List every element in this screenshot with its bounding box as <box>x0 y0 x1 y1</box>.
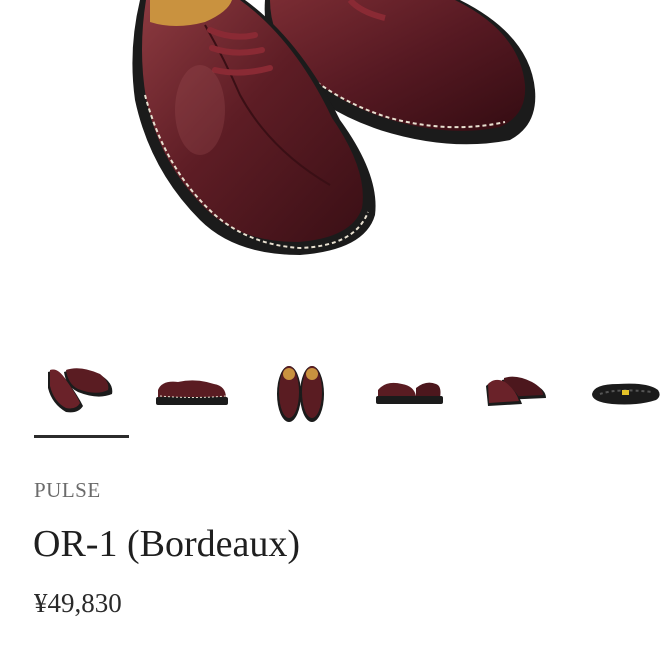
selected-thumbnail-indicator <box>34 435 129 438</box>
thumbnail-top-front[interactable] <box>248 352 358 436</box>
thumbnail-pair-angled[interactable] <box>28 352 138 436</box>
thumbnail-pair-side[interactable] <box>358 352 468 436</box>
thumbnail-gallery <box>0 352 669 442</box>
shoe-pair-photo <box>132 0 536 255</box>
product-hero-image <box>0 0 669 330</box>
thumbnail-pair-rear-angle[interactable] <box>468 352 578 436</box>
product-price: ¥49,830 <box>34 588 122 618</box>
product-title: OR-1 (Bordeaux) <box>33 523 300 565</box>
product-brand: PULSE <box>34 478 101 502</box>
thumbnail-side-profile[interactable] <box>138 352 248 436</box>
thumbnail-outsole[interactable] <box>578 352 669 436</box>
